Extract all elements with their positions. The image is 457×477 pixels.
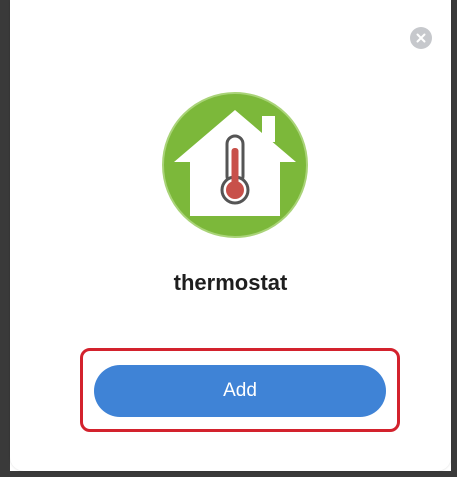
backdrop-left xyxy=(0,0,10,477)
house-thermometer-icon xyxy=(162,92,308,238)
add-button[interactable]: Add xyxy=(94,365,386,417)
add-device-dialog: thermostat Add xyxy=(10,0,451,471)
close-button[interactable] xyxy=(410,27,432,49)
backdrop-bottom xyxy=(0,471,457,477)
device-name: thermostat xyxy=(173,270,288,295)
close-icon xyxy=(416,33,426,43)
backdrop-right xyxy=(451,0,457,477)
